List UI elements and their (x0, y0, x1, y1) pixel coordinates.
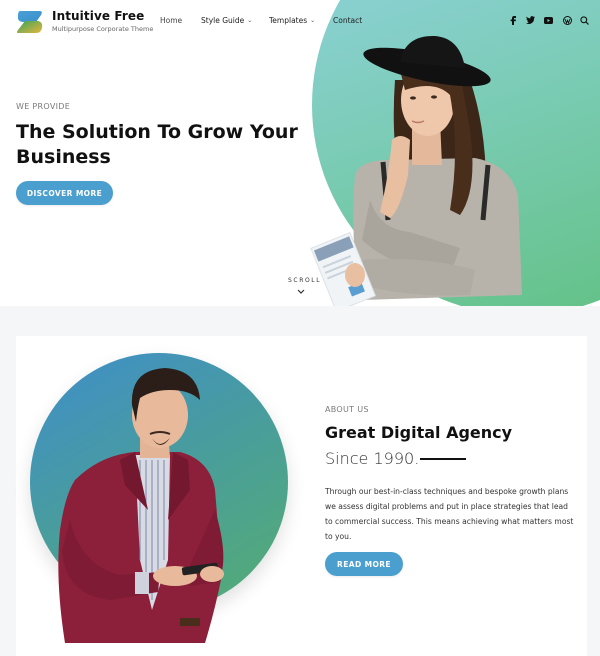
facebook-icon[interactable] (507, 14, 519, 26)
hero-title: The Solution To Grow Your Business (16, 121, 298, 168)
youtube-icon[interactable] (542, 14, 554, 26)
hero-eyebrow: WE PROVIDE (16, 102, 71, 111)
brand-subtitle: Multipurpose Corporate Theme (52, 25, 154, 33)
logo-icon[interactable] (16, 9, 44, 35)
hero-section: Intuitive Free Multipurpose Corporate Th… (0, 0, 600, 306)
hero-woman-image (310, 35, 522, 306)
chevron-down-icon: ⌄ (247, 17, 253, 24)
nav-item-label: Home (160, 16, 183, 25)
nav-item-label: Templates (269, 16, 308, 25)
about-body: Through our best-in-class techniques and… (325, 487, 574, 541)
nav-item-templates[interactable]: Templates ⌄ (269, 16, 315, 25)
about-man-image (58, 368, 224, 643)
chevron-down-icon[interactable] (296, 288, 306, 296)
about-title: Great Digital Agency (325, 423, 513, 442)
nav-item-label: Style Guide (201, 16, 245, 25)
brand-title[interactable]: Intuitive Free (52, 9, 144, 23)
discover-more-button[interactable]: DISCOVER MORE (16, 181, 113, 205)
nav-item-label: Contact (333, 16, 363, 25)
scroll-label[interactable]: SCROLL (288, 277, 321, 284)
wordpress-icon[interactable] (561, 14, 573, 26)
nav-item-home[interactable]: Home (160, 16, 182, 25)
nav-item-style-guide[interactable]: Style Guide ⌄ (201, 16, 252, 25)
about-since: Since 1990. (325, 449, 420, 468)
twitter-icon[interactable] (524, 14, 536, 26)
nav-item-contact[interactable]: Contact (333, 16, 362, 25)
decorative-divider (420, 458, 466, 460)
site-header: Intuitive Free Multipurpose Corporate Th… (0, 0, 600, 42)
about-eyebrow: ABOUT US (325, 405, 369, 414)
chevron-down-icon: ⌄ (310, 17, 316, 24)
search-icon[interactable] (578, 14, 590, 26)
read-more-button[interactable]: READ MORE (325, 552, 403, 576)
